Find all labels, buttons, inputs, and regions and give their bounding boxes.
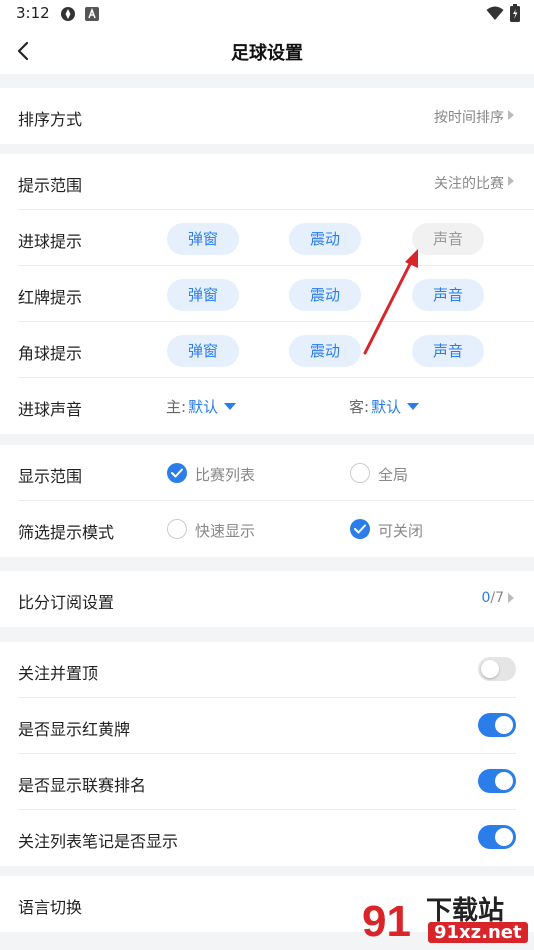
red-card-alert-row: 红牌提示 弹窗 震动 声音 [18,266,534,322]
corner-popup-button[interactable]: 弹窗 [167,335,239,367]
corner-alert-row: 角球提示 弹窗 震动 声音 [18,322,534,378]
radio-quick-show-label: 快速显示 [195,522,256,540]
show-notes-toggle[interactable] [478,825,516,849]
corner-vibrate-button[interactable]: 震动 [289,335,361,367]
display-range-label: 显示范围 [18,467,83,486]
radio-empty-icon [350,463,370,483]
check-icon [350,519,370,539]
show-cards-row: 是否显示红黄牌 [18,698,516,754]
goal-sound-row: 进球声音 主: 默认 客: 默认 [18,378,534,434]
goal-sound-label: 进球声音 [18,400,83,419]
sort-row[interactable]: 排序方式 按时间排序 [18,88,534,144]
battery-icon [510,4,520,22]
sort-label: 排序方式 [18,110,83,129]
follow-pin-toggle[interactable] [478,657,516,681]
nav-header: 足球设置 [0,28,534,74]
filter-mode-label: 筛选提示模式 [18,523,115,542]
score-subscription-row[interactable]: 比分订阅设置 0/7 [18,571,534,627]
wifi-icon [486,6,504,20]
show-notes-label: 关注列表笔记是否显示 [18,832,179,851]
follow-pin-row: 关注并置顶 [18,642,516,698]
dropdown-triangle-icon [407,403,420,410]
show-cards-toggle[interactable] [478,713,516,737]
show-cards-label: 是否显示红黄牌 [18,720,131,739]
score-subscription-label: 比分订阅设置 [18,593,115,612]
radio-empty-icon [167,519,187,539]
red-card-alert-label: 红牌提示 [18,288,83,307]
sort-section: 排序方式 按时间排序 [0,88,534,144]
keyboard-notification-icon [85,7,99,21]
show-ranking-row: 是否显示联赛排名 [18,754,516,810]
watermark-logo: 91 下载站 91xz.net [360,888,530,948]
language-label: 语言切换 [18,898,83,917]
home-sound-label: 主: [166,398,187,416]
away-sound-select[interactable]: 客: 默认 [349,396,420,417]
page-title: 足球设置 [231,43,303,64]
chevron-right-icon [508,593,514,603]
red-card-vibrate-button[interactable]: 震动 [289,279,361,311]
goal-vibrate-button[interactable]: 震动 [289,223,361,255]
chevron-right-icon [508,176,514,186]
alert-scope-row[interactable]: 提示范围 关注的比赛 [18,154,534,210]
status-time: 3:12 [16,4,50,22]
watermark-domain: 91xz.net [428,922,528,943]
alert-section: 提示范围 关注的比赛 进球提示 弹窗 震动 声音 红牌提示 弹窗 震动 声音 角… [0,154,534,434]
follow-pin-label: 关注并置顶 [18,664,99,683]
goal-sound-button[interactable]: 声音 [412,223,484,255]
app-notification-icon [61,7,75,21]
goal-alert-label: 进球提示 [18,232,83,251]
show-ranking-label: 是否显示联赛排名 [18,776,147,795]
subscription-count: 0/7 [481,590,504,606]
sort-value: 按时间排序 [434,110,504,126]
subscription-section: 比分订阅设置 0/7 [0,571,534,627]
home-sound-value: 默认 [188,398,219,416]
status-bar: 3:12 [0,0,534,28]
goal-popup-button[interactable]: 弹窗 [167,223,239,255]
radio-closable-label: 可关闭 [378,522,424,540]
radio-global-label: 全局 [378,466,409,484]
dropdown-triangle-icon [224,403,237,410]
check-icon [167,463,187,483]
watermark-91-icon: 91 [362,897,411,946]
toggle-section: 关注并置顶 是否显示红黄牌 是否显示联赛排名 关注列表笔记是否显示 [0,642,534,866]
corner-sound-button[interactable]: 声音 [412,335,484,367]
goal-alert-row: 进球提示 弹窗 震动 声音 [18,210,534,266]
filter-mode-row: 筛选提示模式 快速显示 可关闭 [18,501,534,557]
display-range-row: 显示范围 比赛列表 全局 [18,445,534,501]
show-ranking-toggle[interactable] [478,769,516,793]
chevron-right-icon [508,110,514,120]
display-section: 显示范围 比赛列表 全局 筛选提示模式 快速显示 可关闭 [0,445,534,557]
away-sound-label: 客: [349,398,370,416]
show-notes-row: 关注列表笔记是否显示 [18,810,516,866]
alert-scope-value: 关注的比赛 [434,176,504,192]
svg-text:91: 91 [362,897,411,946]
red-card-popup-button[interactable]: 弹窗 [167,279,239,311]
alert-scope-label: 提示范围 [18,176,83,195]
home-sound-select[interactable]: 主: 默认 [166,396,237,417]
corner-alert-label: 角球提示 [18,344,83,363]
red-card-sound-button[interactable]: 声音 [412,279,484,311]
away-sound-value: 默认 [371,398,402,416]
radio-match-list-label: 比赛列表 [195,466,256,484]
